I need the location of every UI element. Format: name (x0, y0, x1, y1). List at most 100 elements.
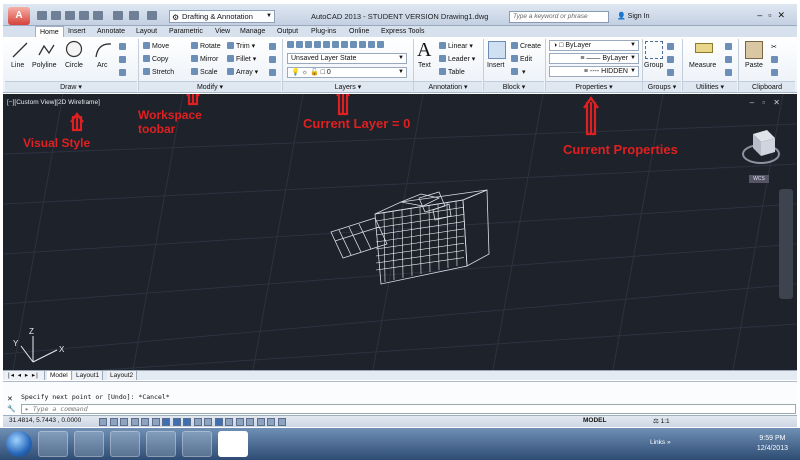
tab-online[interactable]: Online (349, 26, 369, 37)
group-button[interactable]: Group (644, 62, 663, 69)
polyline-icon[interactable] (37, 41, 55, 59)
window-controls[interactable]: –▫✕ (757, 10, 791, 21)
move-button[interactable]: Move (143, 42, 169, 50)
drafting-toggle-button[interactable] (172, 418, 181, 426)
cloud-icon[interactable] (93, 11, 103, 20)
undo-icon[interactable] (129, 11, 139, 20)
circle-button[interactable]: Circle (65, 62, 83, 69)
scale-button[interactable]: Scale (191, 68, 218, 76)
drafting-toggle-button[interactable] (235, 418, 244, 426)
tab-model[interactable]: Model (47, 371, 72, 380)
block-attribute-button[interactable]: ▾ (511, 68, 525, 76)
tab-insert[interactable]: Insert (68, 26, 86, 37)
save-icon[interactable] (65, 11, 75, 20)
create-block-button[interactable]: Create (511, 42, 541, 50)
measure-button[interactable]: Measure (689, 62, 716, 69)
polyline-button[interactable]: Polyline (32, 62, 57, 69)
drafting-toggle-button[interactable] (130, 418, 139, 426)
text-icon[interactable]: A (417, 39, 431, 62)
stretch-button[interactable]: Stretch (143, 68, 174, 76)
drafting-toggle-button[interactable] (141, 418, 149, 426)
save-as-icon[interactable] (79, 11, 89, 20)
tab-annotate[interactable]: Annotate (97, 26, 125, 37)
trim-button[interactable]: Trim ▾ (227, 42, 255, 50)
linetype-dropdown[interactable]: ≡ —— ByLayer ▼ (549, 53, 639, 64)
layer-state-dropdown[interactable]: Unsaved Layer State ▼ (287, 53, 407, 64)
tab-layout2[interactable]: Layout2 (107, 371, 138, 380)
lineweight-dropdown[interactable]: ≡ ---- HIDDEN ▼ (549, 66, 639, 77)
tab-output[interactable]: Output (277, 26, 298, 37)
tab-layout1[interactable]: Layout1 (73, 371, 104, 380)
viewcube[interactable] (742, 130, 780, 164)
circle-icon[interactable] (65, 40, 83, 58)
mirror-button[interactable]: Mirror (191, 55, 218, 63)
layout-nav-arrows[interactable]: |◂ ◂ ▸ ▸| (5, 371, 45, 380)
links-toolbar[interactable]: Links » (650, 439, 671, 446)
tab-parametric[interactable]: Parametric (169, 26, 203, 37)
modify-panel-label[interactable]: Modify ▾ (139, 81, 281, 92)
redo-icon[interactable] (147, 11, 157, 20)
media-player-icon[interactable] (38, 431, 68, 457)
text-button[interactable]: Text (418, 62, 431, 69)
annotation-scale-button[interactable]: ⚖ 1:1 (653, 417, 670, 425)
leader-button[interactable]: Leader ▾ (439, 55, 475, 63)
close-icon[interactable]: ✕ (7, 396, 13, 403)
line-icon[interactable] (11, 41, 29, 59)
tab-manage[interactable]: Manage (240, 26, 265, 37)
annotation-panel-label[interactable]: Annotation ▾ (414, 81, 482, 92)
drafting-toggle-button[interactable] (120, 418, 128, 426)
properties-panel-label[interactable]: Properties ▾ (546, 81, 642, 92)
viewport-window-controls[interactable]: – ▫ ✕ (750, 98, 783, 107)
measure-icon[interactable] (695, 43, 713, 53)
current-layer-dropdown[interactable]: 💡 ☼ 🔓 □ 0 ▼ (287, 67, 407, 78)
close-icon[interactable]: ✕ (777, 10, 791, 20)
command-input[interactable]: ▸ Type a command (21, 404, 796, 414)
groups-panel-label[interactable]: Groups ▾ (643, 81, 681, 92)
model-space-button[interactable]: MODEL (583, 417, 606, 424)
navigation-bar[interactable] (779, 189, 793, 299)
drafting-toggle-button[interactable] (214, 418, 223, 426)
paste-icon[interactable] (745, 41, 763, 59)
edit-block-button[interactable]: Edit (511, 55, 532, 63)
drafting-toggle-button[interactable] (267, 418, 275, 426)
drafting-toggle-button[interactable] (246, 418, 254, 426)
drafting-toggle-button[interactable] (204, 418, 212, 426)
document-icon[interactable] (182, 431, 212, 457)
tab-home[interactable]: Home (35, 26, 64, 37)
insert-button[interactable]: Insert (487, 62, 505, 69)
drafting-toggle-button[interactable] (151, 418, 160, 426)
utilities-extra-tools[interactable] (725, 41, 734, 80)
drafting-toggle-button[interactable] (162, 418, 170, 426)
fillet-button[interactable]: Fillet ▾ (227, 55, 256, 63)
clipboard-extra-tools[interactable]: ✂ (771, 41, 780, 80)
autocad-taskbar-icon[interactable] (218, 431, 248, 457)
coordinate-readout[interactable]: 31.4814, 5.7443 , 0.0000 (9, 417, 81, 424)
command-line-controls[interactable]: ✕ 🔧 (7, 395, 16, 415)
file-explorer-icon[interactable] (74, 431, 104, 457)
draw-small-tools[interactable] (119, 41, 128, 80)
arc-icon[interactable] (94, 41, 112, 59)
linear-button[interactable]: Linear ▾ (439, 42, 473, 50)
layers-panel-label[interactable]: Layers ▾ (283, 81, 413, 92)
drafting-toggle-button[interactable] (109, 418, 118, 426)
tab-view[interactable]: View (215, 26, 230, 37)
drafting-toggle-button[interactable] (193, 418, 202, 426)
insert-block-icon[interactable] (488, 41, 506, 59)
arc-button[interactable]: Arc (97, 62, 108, 69)
tab-layout[interactable]: Layout (136, 26, 157, 37)
paste-button[interactable]: Paste (745, 62, 763, 69)
chrome-icon[interactable] (110, 431, 140, 457)
application-menu-button[interactable]: A (8, 7, 30, 25)
color-dropdown[interactable]: ◑ □ ByLayer ▼ (549, 40, 639, 51)
clipboard-panel-label[interactable]: Clipboard (739, 81, 795, 92)
drafting-toggle-button[interactable] (99, 418, 107, 426)
modify-extra-tools[interactable] (269, 41, 278, 80)
tab-express-tools[interactable]: Express Tools (381, 26, 424, 37)
line-button[interactable]: Line (11, 62, 24, 69)
minimize-icon[interactable]: – (757, 10, 768, 20)
layer-tools-row[interactable] (287, 41, 386, 49)
wrench-icon[interactable]: 🔧 (7, 406, 16, 413)
array-button[interactable]: Array ▾ (227, 68, 258, 76)
internet-explorer-icon[interactable] (146, 431, 176, 457)
drafting-toggle-button[interactable] (183, 418, 191, 426)
